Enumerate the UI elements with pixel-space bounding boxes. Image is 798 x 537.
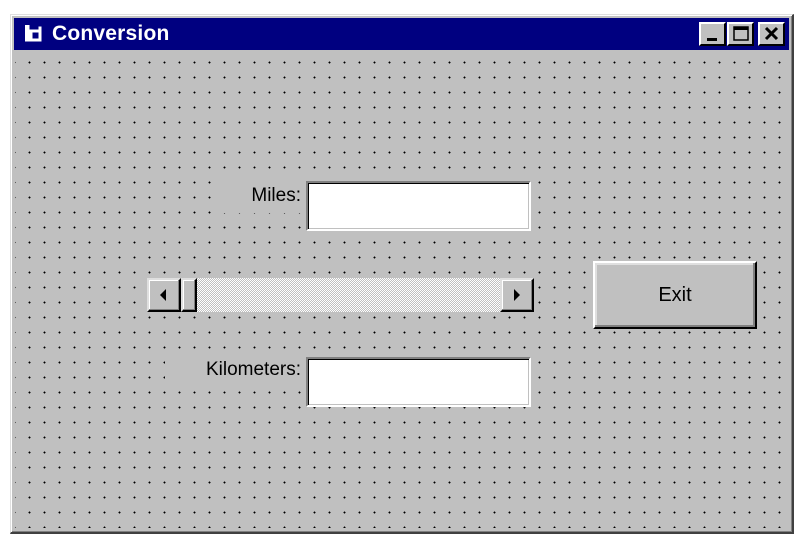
scroll-right-button[interactable] <box>500 278 534 312</box>
close-icon <box>764 26 779 41</box>
maximize-button[interactable] <box>727 22 754 46</box>
minimize-icon <box>707 38 717 41</box>
miles-input[interactable] <box>306 181 531 231</box>
scroll-left-button[interactable] <box>147 278 181 312</box>
scroll-thumb[interactable] <box>181 278 197 312</box>
title-bar[interactable]: Conversion <box>14 18 789 50</box>
minimize-button[interactable] <box>699 22 726 46</box>
kilometers-label: Kilometers: <box>165 353 301 387</box>
miles-label: Miles: <box>213 179 301 213</box>
form-client-area: Miles: Kilometers: Exit <box>15 53 788 528</box>
miles-scrollbar[interactable] <box>147 278 534 312</box>
conversion-window: Conversion Miles: Kilometers: Exit <box>10 14 794 534</box>
maximize-icon <box>733 26 749 41</box>
close-button[interactable] <box>758 22 785 46</box>
arrow-right-icon <box>514 289 520 301</box>
arrow-left-icon <box>160 289 166 301</box>
window-controls <box>698 22 785 46</box>
form-icon <box>25 25 42 42</box>
exit-button[interactable]: Exit <box>593 261 757 329</box>
window-title: Conversion <box>52 22 170 45</box>
kilometers-input[interactable] <box>306 357 531 407</box>
